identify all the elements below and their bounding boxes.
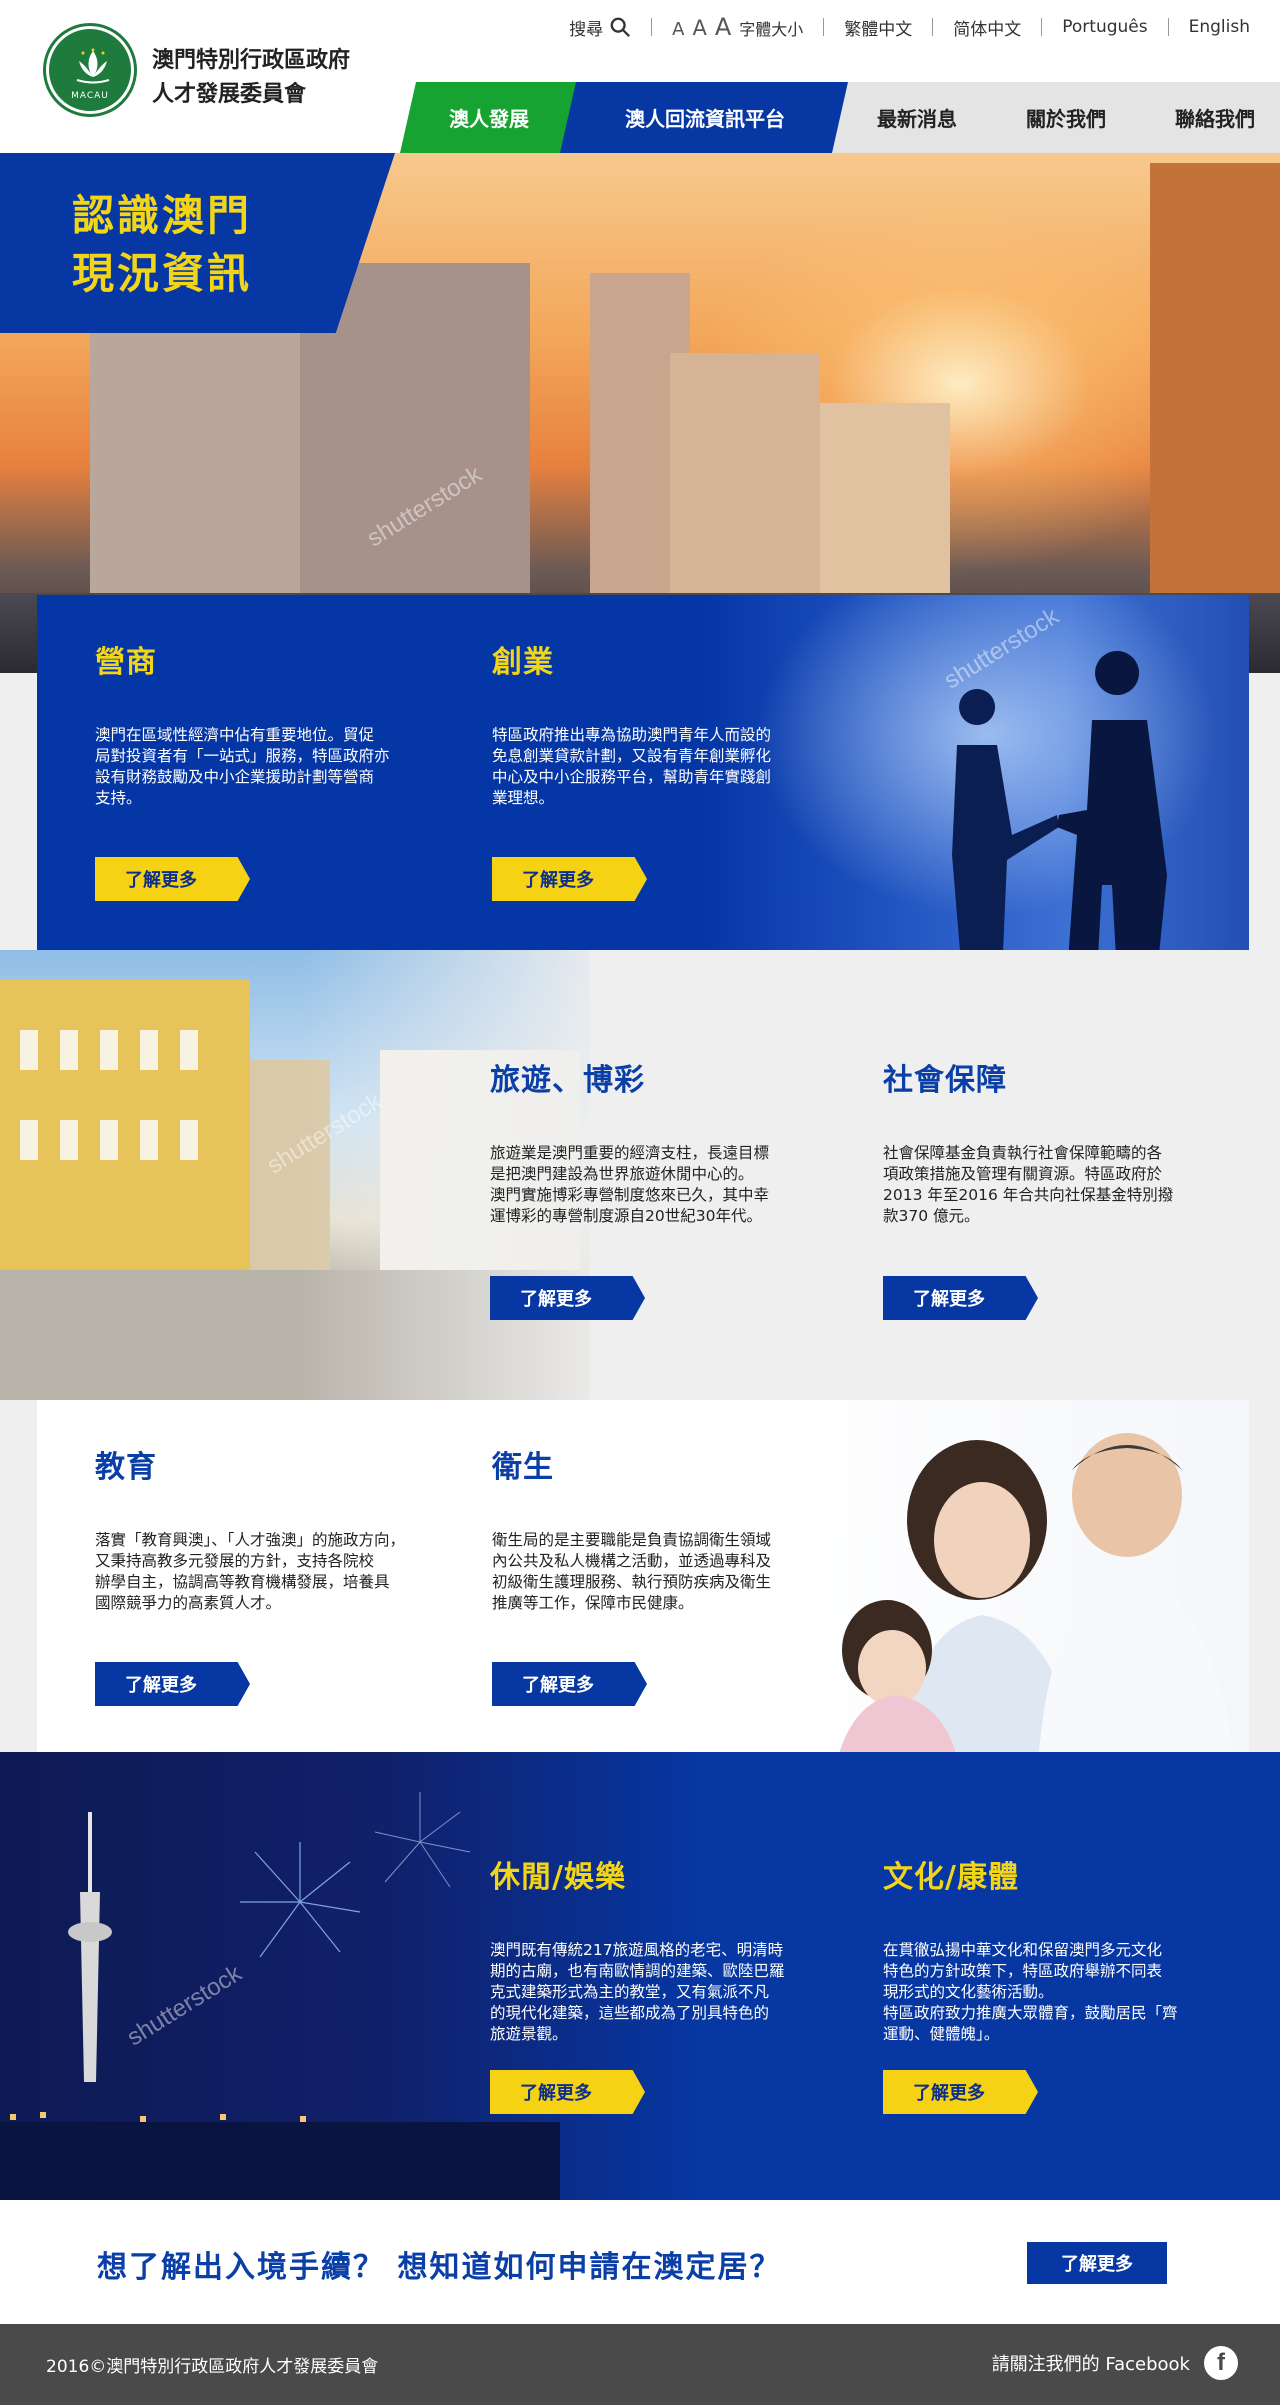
hero-building bbox=[820, 403, 950, 603]
hero-building bbox=[670, 353, 820, 603]
tourism-title: 旅遊、博彩 bbox=[490, 1063, 645, 1098]
main-nav: 澳人發展 澳人回流資訊平台 最新消息 關於我們 聯絡我們 bbox=[400, 82, 1280, 153]
hero-title-line2: 現況資訊 bbox=[72, 249, 253, 298]
nav-item-return-platform[interactable]: 澳人回流資訊平台 bbox=[560, 82, 850, 153]
tourism-more-button[interactable]: 了解更多 bbox=[490, 1276, 645, 1320]
section-education-health: 教育 落實「教育興澳」、「人才強澳」的施政方向， 又秉持高教多元發展的方針，支持… bbox=[37, 1400, 1249, 1782]
health-card: 衛生 衛生局的是主要職能是負責協調衛生領域 內公共及私人機構之活動，並透過專科及… bbox=[492, 1442, 852, 1614]
nav-item-contact-us[interactable]: 聯絡我們 bbox=[1130, 82, 1280, 153]
font-size-large-button[interactable]: A bbox=[715, 13, 731, 41]
copyright-text: 2016©澳門特別行政區政府人才發展委員會 bbox=[46, 2357, 379, 2377]
business-card: 營商 澳門在區域性經濟中佔有重要地位。貿促 局對投資者有「一站式」服務，特區政府… bbox=[95, 637, 455, 809]
divider bbox=[1041, 18, 1043, 36]
divider bbox=[1167, 18, 1169, 36]
font-size-label: 字體大小 bbox=[739, 20, 804, 39]
org-name-line1: 澳門特別行政區政府 bbox=[152, 48, 351, 73]
nav-item-about-us[interactable]: 關於我們 bbox=[984, 82, 1148, 153]
social-card: 社會保障 社會保障基金負責執行社會保障範疇的各 項政策措施及管理有關資源。特區政… bbox=[883, 1055, 1243, 1227]
hero-title-line1: 認識澳門 bbox=[72, 191, 253, 240]
lang-simplified-chinese-link[interactable]: 简体中文 bbox=[953, 15, 1021, 40]
education-more-button[interactable]: 了解更多 bbox=[95, 1662, 250, 1706]
font-size-medium-button[interactable]: A bbox=[692, 16, 706, 40]
social-text: 社會保障基金負責執行社會保障範疇的各 項政策措施及管理有關資源。特區政府於 20… bbox=[883, 1144, 1174, 1225]
immigration-prompt: 想了解出入境手續？ 想知道如何申請在澳定居？ bbox=[97, 2250, 782, 2285]
search-icon bbox=[610, 17, 631, 37]
section-business-startup: 營商 澳門在區域性經濟中佔有重要地位。貿促 局對投資者有「一站式」服務，特區政府… bbox=[37, 595, 1249, 975]
startup-more-button[interactable]: 了解更多 bbox=[492, 857, 647, 901]
immigration-info-band: 想了解出入境手續？ 想知道如何申請在澳定居？ 了解更多 bbox=[0, 2200, 1280, 2324]
logo-text: MACAU bbox=[71, 91, 109, 101]
health-title: 衛生 bbox=[492, 1450, 554, 1485]
startup-card: 創業 特區政府推出專為協助澳門青年人而設的 免息創業貸款計劃，又設有青年創業孵化… bbox=[492, 637, 852, 809]
site-header: MACAU 澳門特別行政區政府 人才發展委員會 搜尋 A A A 字體大小 繁體… bbox=[0, 0, 1280, 153]
facebook-link[interactable]: 請關注我們的 Facebook f bbox=[992, 2346, 1238, 2380]
hero-building bbox=[90, 303, 300, 603]
nav-item-news[interactable]: 最新消息 bbox=[832, 82, 1002, 153]
facebook-text: 請關注我們的 Facebook bbox=[991, 2354, 1190, 2375]
section-tourism-social: 旅遊、博彩 旅遊業是澳門重要的經濟支柱，長遠目標 是把澳門建設為世界旅遊休閒中心… bbox=[0, 950, 1280, 1400]
utility-bar: 搜尋 A A A 字體大小 繁體中文 简体中文 Português Englis… bbox=[569, 12, 1250, 42]
business-text: 澳門在區域性經濟中佔有重要地位。貿促 局對投資者有「一站式」服務，特區政府亦 設… bbox=[95, 726, 390, 807]
search-label: 搜尋 bbox=[569, 19, 604, 40]
macau-emblem-logo[interactable]: MACAU bbox=[46, 26, 134, 114]
org-name-line2: 人才發展委員會 bbox=[152, 82, 307, 107]
search-button[interactable]: 搜尋 bbox=[569, 15, 631, 40]
divider bbox=[651, 18, 653, 36]
startup-text: 特區政府推出專為協助澳門青年人而設的 免息創業貸款計劃，又設有青年創業孵化 中心… bbox=[492, 726, 772, 807]
education-card: 教育 落實「教育興澳」、「人才強澳」的施政方向， 又秉持高教多元發展的方針，支持… bbox=[95, 1442, 455, 1614]
leisure-title: 休閒/娛樂 bbox=[490, 1860, 626, 1895]
culture-card: 文化/康體 在貫徹弘揚中華文化和保留澳門多元文化 特色的方針政策下，特區政府舉辦… bbox=[883, 1852, 1243, 2045]
lang-traditional-chinese-link[interactable]: 繁體中文 bbox=[844, 15, 912, 40]
font-size-controls: A A A 字體大小 bbox=[672, 13, 803, 41]
immigration-more-button[interactable]: 了解更多 bbox=[1027, 2242, 1167, 2284]
nav-item-macau-development[interactable]: 澳人發展 bbox=[400, 82, 578, 153]
lang-english-link[interactable]: English bbox=[1189, 17, 1250, 37]
tourism-text: 旅遊業是澳門重要的經濟支柱，長遠目標 是把澳門建設為世界旅遊休閒中心的。 澳門實… bbox=[490, 1144, 770, 1225]
org-name: 澳門特別行政區政府 人才發展委員會 bbox=[152, 44, 350, 112]
health-text: 衛生局的是主要職能是負責協調衛生領域 內公共及私人機構之活動，並透過專科及 初級… bbox=[492, 1531, 772, 1612]
hero-building bbox=[1150, 163, 1280, 603]
leisure-card: 休閒/娛樂 澳門既有傳統217旅遊風格的老宅、明清時 期的古廟，也有南歐情調的建… bbox=[490, 1852, 850, 2045]
site-footer: 2016©澳門特別行政區政府人才發展委員會 請關注我們的 Facebook f bbox=[0, 2324, 1280, 2405]
startup-title: 創業 bbox=[492, 645, 554, 680]
section-leisure-culture: 休閒/娛樂 澳門既有傳統217旅遊風格的老宅、明清時 期的古廟，也有南歐情調的建… bbox=[0, 1752, 1280, 2200]
culture-more-button[interactable]: 了解更多 bbox=[883, 2070, 1038, 2114]
culture-text: 在貫徹弘揚中華文化和保留澳門多元文化 特色的方針政策下，特區政府舉辦不同表 現形… bbox=[883, 1941, 1178, 2043]
facebook-icon[interactable]: f bbox=[1204, 2346, 1238, 2380]
divider bbox=[823, 18, 825, 36]
font-size-small-button[interactable]: A bbox=[672, 19, 684, 40]
tourism-card: 旅遊、博彩 旅遊業是澳門重要的經濟支柱，長遠目標 是把澳門建設為世界旅遊休閒中心… bbox=[490, 1055, 850, 1227]
divider bbox=[932, 18, 934, 36]
lotus-icon bbox=[76, 48, 110, 84]
education-title: 教育 bbox=[95, 1450, 157, 1485]
health-more-button[interactable]: 了解更多 bbox=[492, 1662, 647, 1706]
business-more-button[interactable]: 了解更多 bbox=[95, 857, 250, 901]
education-text: 落實「教育興澳」、「人才強澳」的施政方向， 又秉持高教多元發展的方針，支持各院校… bbox=[95, 1531, 406, 1612]
social-title: 社會保障 bbox=[883, 1063, 1007, 1098]
social-more-button[interactable]: 了解更多 bbox=[883, 1276, 1038, 1320]
culture-title: 文化/康體 bbox=[883, 1860, 1019, 1895]
lang-portuguese-link[interactable]: Português bbox=[1062, 17, 1147, 37]
macau-tower-fireworks-image bbox=[0, 1792, 560, 2200]
leisure-text: 澳門既有傳統217旅遊風格的老宅、明清時 期的古廟，也有南歐情調的建築、歐陸巴羅… bbox=[490, 1941, 785, 2043]
leisure-more-button[interactable]: 了解更多 bbox=[490, 2070, 645, 2114]
business-title: 營商 bbox=[95, 645, 157, 680]
hero-title: 認識澳門 現況資訊 bbox=[72, 187, 252, 303]
